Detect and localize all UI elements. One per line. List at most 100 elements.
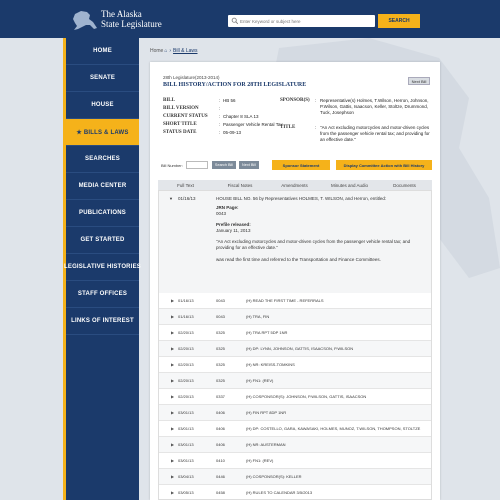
sidebar-item-home[interactable]: HOME <box>66 38 139 65</box>
collapse-arrow-icon[interactable]: ▼ <box>169 196 173 201</box>
sidebar-item-staff-offices[interactable]: STAFF OFFICES <box>66 281 139 308</box>
history-date: 02/20/13 <box>178 346 194 351</box>
sidebar-item-legislative-histories[interactable]: LEGISLATIVE HISTORIES <box>64 254 141 281</box>
history-date: 02/20/13 <box>178 362 194 367</box>
history-row[interactable]: ▶ 03/01/13 0406 (H) NR: AUSTERMAN <box>159 437 431 453</box>
expand-arrow-icon[interactable]: ▶ <box>171 314 174 319</box>
history-action: (H) DP: COSTELLO, GARA, KAWASAKI, HOLMES… <box>246 426 421 431</box>
history-row[interactable]: ▶ 01/16/13 0043 (H) TRA, FIN <box>159 309 431 325</box>
sidebar-item-links-of-interest[interactable]: LINKS OF INTEREST <box>66 308 139 335</box>
breadcrumb-home[interactable]: Home <box>150 48 163 54</box>
expand-arrow-icon[interactable]: ▶ <box>171 362 174 367</box>
history-row[interactable]: ▶ 02/20/13 0325 (H) NR: KREISS-TOMKINS <box>159 357 431 373</box>
sidebar-item-bills-laws[interactable]: ★ BILLS & LAWS <box>66 119 139 146</box>
history-row[interactable]: ▶ 03/01/13 0406 (H) DP: COSTELLO, GARA, … <box>159 421 431 437</box>
field-value: "An Act excluding motorcycles and motor-… <box>320 125 430 142</box>
history-row[interactable]: ▶ 03/04/13 0446 (H) COSPONSOR(S): KELLER <box>159 469 431 485</box>
history-date: 03/01/13 <box>178 442 194 447</box>
history-jrn[interactable]: 0446 <box>216 474 225 479</box>
expand-arrow-icon[interactable]: ▶ <box>171 330 174 335</box>
history-row[interactable]: ▶ 03/05/13 0458 (H) RULES TO CALENDAR 3/… <box>159 485 431 499</box>
sidebar-item-house[interactable]: HOUSE <box>66 92 139 119</box>
breadcrumb-current[interactable]: Bill & Laws <box>173 48 197 54</box>
history-action: (H) FIN RPT 8DP 1NR <box>246 410 287 415</box>
history-date: 01/16/13 <box>178 298 194 303</box>
history-action: (H) NR: AUSTERMAN <box>246 442 286 447</box>
history-action: (H) COSPONSOR(S): KELLER <box>246 474 302 479</box>
tab-fiscal-notes[interactable]: Fiscal Notes <box>213 180 267 190</box>
tab-documents[interactable]: Documents <box>377 180 432 190</box>
history-row[interactable]: ▶ 02/20/13 0325 (H) FN1: (REV) <box>159 373 431 389</box>
sidebar-item-searches[interactable]: SEARCHES <box>66 146 139 173</box>
expand-arrow-icon[interactable]: ▶ <box>171 378 174 383</box>
expand-arrow-icon[interactable]: ▶ <box>171 298 174 303</box>
sidebar-item-senate[interactable]: SENATE <box>66 65 139 92</box>
history-jrn[interactable]: 0410 <box>216 458 225 463</box>
history-jrn[interactable]: 0325 <box>216 362 225 367</box>
expand-arrow-icon[interactable]: ▶ <box>171 442 174 447</box>
history-action: (H) COSPONSOR(S): JOHNSON, P.WILSON, GAT… <box>246 394 367 399</box>
expand-arrow-icon[interactable]: ▶ <box>171 490 174 495</box>
history-action: (H) NR: KREISS-TOMKINS <box>246 362 295 367</box>
field-value: 05-09-13 <box>223 130 242 135</box>
history-row[interactable]: ▶ 03/01/13 0410 (H) FN1: (REV) <box>159 453 431 469</box>
next-bill-top-button[interactable]: Next Bill <box>408 77 430 85</box>
home-icon: ⌂ <box>164 48 168 54</box>
history-jrn[interactable]: 0406 <box>216 426 225 431</box>
bill-number-label: Bill Number: <box>161 163 183 168</box>
history-jrn[interactable]: 0337 <box>216 394 225 399</box>
tab-minutes-audio[interactable]: Minutes and Audio <box>322 180 377 190</box>
history-date: 01/16/13 <box>178 196 196 201</box>
site-logo[interactable]: The Alaska State Legislature <box>72 8 167 32</box>
history-row[interactable]: ▶ 03/01/13 0406 (H) FIN RPT 8DP 1NR <box>159 405 431 421</box>
field-label: SPONSOR(S) <box>280 98 310 103</box>
history-row[interactable]: ▶ 02/20/13 0325 (H) DP: LYNN, JOHNSON, G… <box>159 341 431 357</box>
referral-text: was read the first time and referred to … <box>216 257 381 262</box>
jrn-value[interactable]: 0043 <box>216 211 416 217</box>
sponsor-statement-button[interactable]: Sponsor Statement <box>272 160 330 170</box>
history-jrn[interactable]: 0458 <box>216 490 225 495</box>
expand-arrow-icon[interactable]: ▶ <box>171 394 174 399</box>
expand-arrow-icon[interactable]: ▶ <box>171 410 174 415</box>
history-jrn[interactable]: 0043 <box>216 314 225 319</box>
legislature-label: 28th Legislature(2013-2014) <box>163 75 220 80</box>
sidebar-nav: HOME SENATE HOUSE ★ BILLS & LAWS SEARCHE… <box>63 38 141 500</box>
field-label: STATUS DATE <box>163 130 197 135</box>
expand-arrow-icon[interactable]: ▶ <box>171 458 174 463</box>
tab-amendments[interactable]: Amendments <box>267 180 322 190</box>
history-date: 03/04/13 <box>178 474 194 479</box>
history-row[interactable]: ▶ 02/20/13 0325 (H) TRA RPT 5DP 1NR <box>159 325 431 341</box>
history-date: 03/01/13 <box>178 410 194 415</box>
field-value: Chapter 8 SLA 13 <box>223 114 259 119</box>
history-row-expanded[interactable]: ▼ 01/16/13 HOUSE BILL NO. 56 by Represen… <box>159 191 431 293</box>
history-jrn[interactable]: 0043 <box>216 298 225 303</box>
history-row[interactable]: ▶ 01/16/13 0043 (H) READ THE FIRST TIME … <box>159 293 431 309</box>
history-jrn[interactable]: 0406 <box>216 442 225 447</box>
sidebar-item-get-started[interactable]: GET STARTED <box>66 227 139 254</box>
expand-arrow-icon[interactable]: ▶ <box>171 474 174 479</box>
main-content: 28th Legislature(2013-2014) BILL HISTORY… <box>150 62 440 500</box>
search-input[interactable] <box>240 15 372 27</box>
history-jrn[interactable]: 0325 <box>216 378 225 383</box>
sidebar-item-publications[interactable]: PUBLICATIONS <box>66 200 139 227</box>
history-row[interactable]: ▶ 02/20/13 0337 (H) COSPONSOR(S): JOHNSO… <box>159 389 431 405</box>
search-icon <box>231 17 239 25</box>
expand-arrow-icon[interactable]: ▶ <box>171 426 174 431</box>
bill-title-quote: "An Act excluding motorcycles and motor-… <box>216 239 411 250</box>
display-committee-action-button[interactable]: Display Committee Action with Bill Histo… <box>336 160 432 170</box>
history-jrn[interactable]: 0406 <box>216 410 225 415</box>
sidebar-item-media-center[interactable]: MEDIA CENTER <box>66 173 139 200</box>
next-bill-button[interactable]: Next Bill <box>239 161 259 169</box>
history-jrn[interactable]: 0325 <box>216 346 225 351</box>
search-bill-button[interactable]: Search Bill <box>212 161 236 169</box>
field-label: CURRENT STATUS <box>163 114 208 119</box>
history-date: 02/20/13 <box>178 394 194 399</box>
history-jrn[interactable]: 0325 <box>216 330 225 335</box>
tab-full-text[interactable]: Full Text <box>158 180 213 190</box>
history-action: (H) TRA, FIN <box>246 314 270 319</box>
bill-number-input[interactable] <box>186 161 208 169</box>
search-button[interactable]: SEARCH <box>378 14 420 28</box>
field-value: Representative(s) Holmes, T.Wilson, Herr… <box>320 98 429 115</box>
expand-arrow-icon[interactable]: ▶ <box>171 346 174 351</box>
field-label: TITLE <box>280 125 296 130</box>
